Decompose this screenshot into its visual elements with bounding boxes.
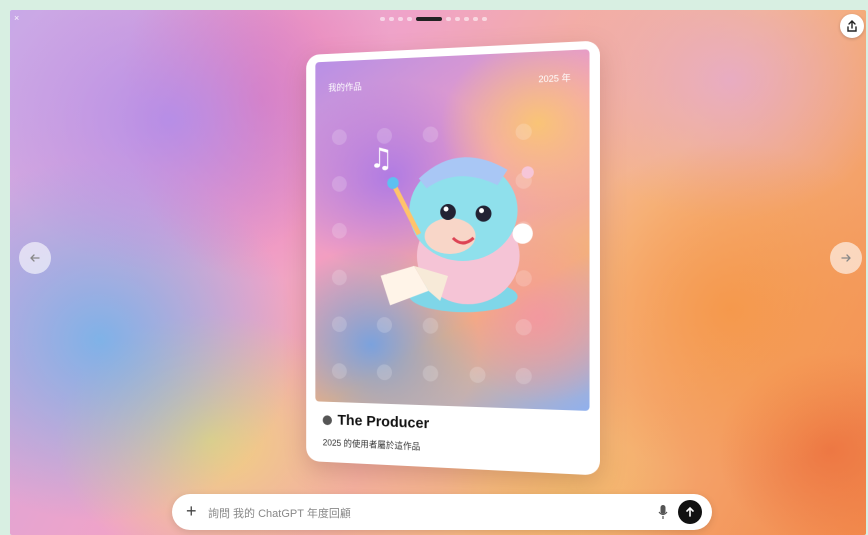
share-button[interactable] bbox=[840, 14, 864, 38]
chat-input-bar[interactable]: + 詢問 我的 ChatGPT 年度回顧 bbox=[172, 494, 712, 530]
pager-dot[interactable] bbox=[380, 17, 385, 21]
pager-dot[interactable] bbox=[446, 17, 451, 21]
arrow-right-icon bbox=[841, 254, 851, 262]
pager-dot[interactable] bbox=[455, 17, 460, 21]
card-title: The Producer bbox=[337, 411, 430, 433]
card-artwork: 我的作品 2025 年 ♫ bbox=[315, 49, 590, 411]
share-icon bbox=[847, 20, 857, 32]
mic-icon[interactable] bbox=[658, 504, 668, 520]
pager-dot[interactable] bbox=[407, 17, 412, 21]
pager-dot[interactable] bbox=[473, 17, 478, 21]
card-top-right-label: 2025 年 bbox=[538, 72, 571, 85]
chat-input[interactable]: 詢問 我的 ChatGPT 年度回顧 bbox=[208, 505, 351, 521]
previous-button[interactable] bbox=[19, 242, 51, 274]
pager-dot[interactable] bbox=[398, 17, 403, 21]
svg-text:♫: ♫ bbox=[369, 143, 393, 175]
pager-dot-active[interactable] bbox=[416, 17, 442, 21]
pager-dot[interactable] bbox=[464, 17, 469, 21]
persona-icon bbox=[322, 414, 332, 425]
card-top-left-label: 我的作品 bbox=[328, 81, 362, 93]
card-title-row: The Producer bbox=[322, 411, 430, 433]
pager-dot[interactable] bbox=[389, 17, 394, 21]
year-review-card[interactable]: 我的作品 2025 年 ♫ The Producer 2025 的使用者屬於這作… bbox=[306, 40, 600, 476]
card-subtitle: 2025 的使用者屬於這作品 bbox=[322, 437, 421, 452]
pager-dot[interactable] bbox=[482, 17, 487, 21]
year-review-viewer: × 我的作品 2025 年 ♫ The Producer 2025 的使用者屬於… bbox=[10, 10, 866, 535]
send-icon bbox=[686, 506, 694, 517]
send-button[interactable] bbox=[678, 500, 702, 524]
pagination-dots bbox=[380, 17, 487, 21]
plus-icon[interactable]: + bbox=[186, 502, 197, 520]
next-button[interactable] bbox=[830, 242, 862, 274]
arrow-left-icon bbox=[30, 254, 40, 262]
dolphin-mascot-illustration: ♫ bbox=[369, 143, 534, 313]
close-icon[interactable]: × bbox=[14, 13, 19, 23]
